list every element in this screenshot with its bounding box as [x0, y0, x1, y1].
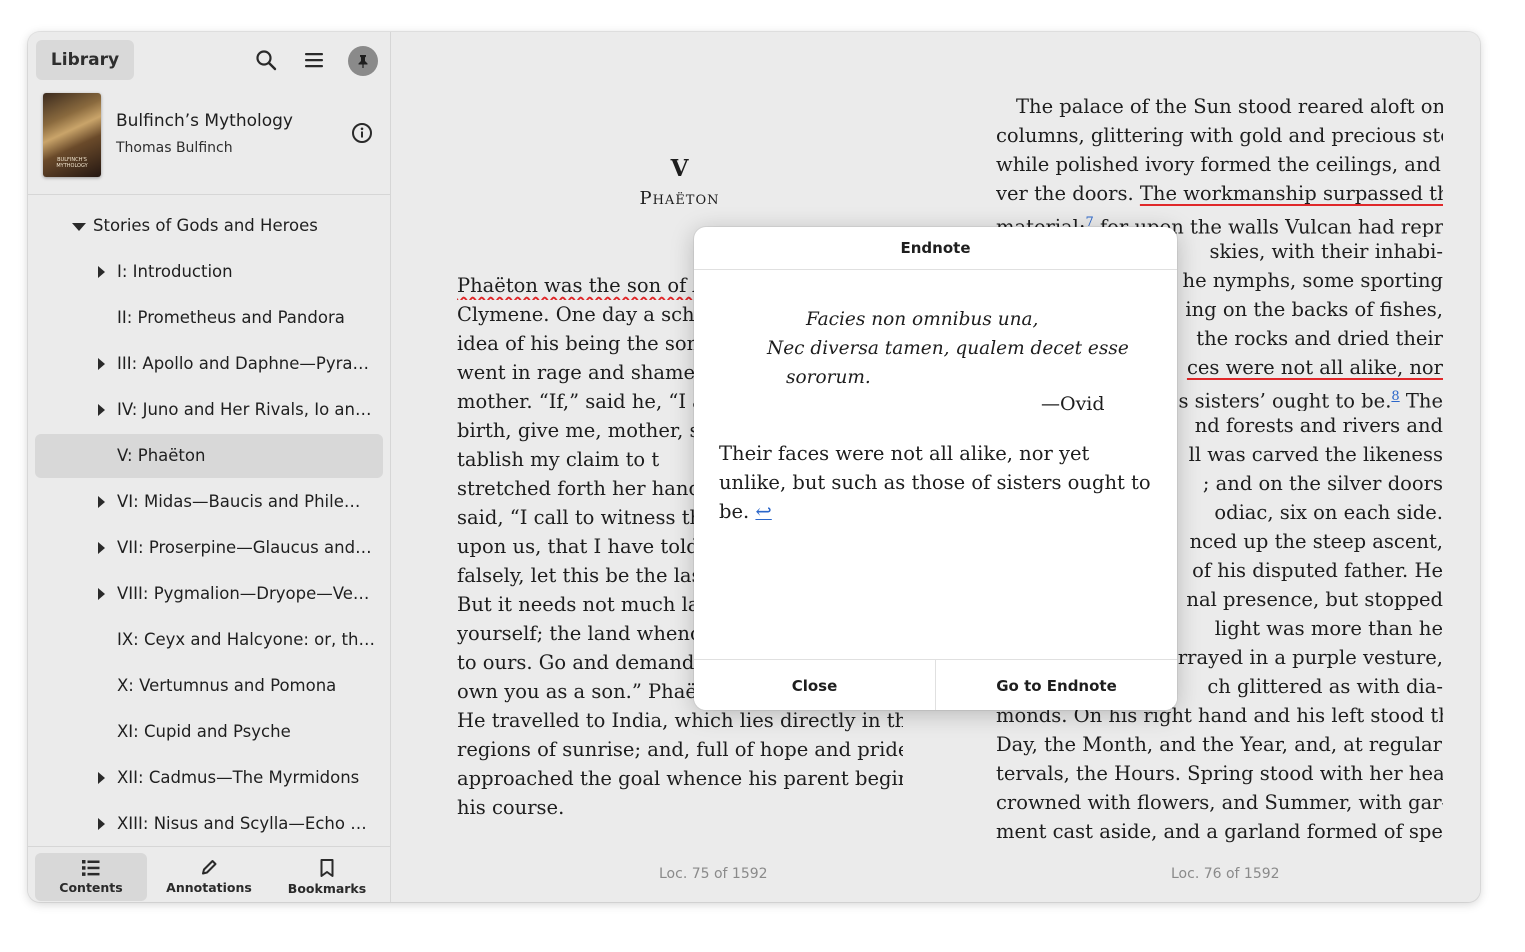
bookmark-icon [320, 859, 334, 877]
chevron-right-icon[interactable] [98, 496, 105, 508]
toc-item-label: II: Prometheus and Pandora [117, 308, 345, 327]
toc-item[interactable]: Stories of Gods and Heroes [35, 204, 383, 248]
footnote-link-8[interactable]: 8 [1391, 389, 1399, 404]
backlink-icon[interactable]: ↩ [755, 500, 771, 523]
chevron-right-icon[interactable] [98, 542, 105, 554]
sidebar: Library BULFINCH'S MYTHOLOGY Bulfinch’s … [28, 32, 391, 902]
page-line: tervals, the Hours. Spring stood with he… [996, 762, 1443, 785]
verse-line: sororum. [786, 367, 871, 388]
toc-item-label: Stories of Gods and Heroes [93, 216, 318, 235]
endnote-dialog: Endnote Facies non omnibus una, Nec dive… [694, 227, 1177, 710]
verse-attribution: —Ovid [1041, 393, 1105, 415]
toc-item[interactable]: VII: Proserpine—Glaucus and … [35, 526, 383, 570]
verse-line: Nec diversa tamen, qualem decet esse [767, 338, 1129, 359]
page-text-span: ver the doors. [996, 182, 1140, 205]
highlighted-text[interactable]: s sisters’ ought to be. [1178, 390, 1391, 412]
toc-item-label: VIII: Pygmalion—Dryope—Ve… [117, 584, 370, 603]
toc-item-label: V: Phaëton [117, 446, 206, 465]
chevron-right-icon[interactable] [98, 358, 105, 370]
toc-item[interactable]: XII: Cadmus—The Myrmidons [35, 756, 383, 800]
tab-annotations-label: Annotations [166, 880, 252, 895]
left-page-location: Loc. 75 of 1592 [659, 866, 768, 882]
toc-item[interactable]: V: Phaëton [35, 434, 383, 478]
library-button[interactable]: Library [36, 40, 134, 80]
toc-item[interactable]: IV: Juno and Her Rivals, Io and … [35, 388, 383, 432]
dialog-body: Facies non omnibus una, Nec diversa tame… [694, 270, 1177, 659]
chevron-right-icon[interactable] [98, 772, 105, 784]
chevron-down-icon[interactable] [72, 223, 86, 231]
spellcheck-text: Phaëton was the son of A [457, 274, 707, 297]
chevron-right-icon[interactable] [98, 404, 105, 416]
tab-bookmarks[interactable]: Bookmarks [271, 853, 383, 901]
info-icon[interactable] [350, 121, 374, 145]
chevron-right-icon[interactable] [98, 588, 105, 600]
dialog-title: Endnote [694, 227, 1177, 270]
book-title: Bulfinch’s Mythology [116, 111, 293, 131]
go-to-endnote-button[interactable]: Go to Endnote [935, 660, 1177, 710]
right-page-location: Loc. 76 of 1592 [1171, 866, 1280, 882]
tab-contents-label: Contents [59, 880, 123, 895]
dialog-actions: Close Go to Endnote [694, 659, 1177, 710]
table-of-contents: Stories of Gods and Heroes I: Introductio… [28, 194, 390, 846]
page-text-span: The [1399, 389, 1443, 412]
toc-item[interactable]: II: Prometheus and Pandora [35, 296, 383, 340]
highlighted-text[interactable]: ces were not all alike, nor [1187, 356, 1443, 379]
page-line: approached the goal whence his parent be… [457, 767, 903, 790]
toc-item[interactable]: X: Vertumnus and Pomona [35, 664, 383, 708]
toc-item-label: I: Introduction [117, 262, 233, 281]
toc-item[interactable]: VIII: Pygmalion—Dryope—Ve… [35, 572, 383, 616]
toc-item-label: IX: Ceyx and Halcyone: or, the … [117, 630, 375, 649]
toc-item-label: XII: Cadmus—The Myrmidons [117, 768, 360, 787]
toc-item-label: III: Apollo and Daphne—Pyra… [117, 354, 370, 373]
toc-item[interactable]: VI: Midas—Baucis and Philemon [35, 480, 383, 524]
page-line: while polished ivory formed the ceilings… [996, 153, 1443, 176]
toc-item-label: XIII: Nisus and Scylla—Echo a… [117, 814, 375, 833]
page-line: ver the doors. The workmanship surpassed… [996, 179, 1443, 208]
chevron-right-icon[interactable] [98, 266, 105, 278]
tab-contents[interactable]: Contents [35, 853, 147, 901]
page-line: his course. [457, 796, 565, 819]
toc-item-label: XI: Cupid and Psyche [117, 722, 291, 741]
toc-item[interactable]: I: Introduction [35, 250, 383, 294]
sidebar-footer: Contents Annotations Bookmarks [28, 846, 390, 902]
toc-item-label: X: Vertumnus and Pomona [117, 676, 337, 695]
highlighted-text[interactable]: The workmanship surpassed the [1140, 182, 1443, 205]
page-line: He travelled to India, which lies direct… [457, 709, 903, 732]
endnote-translation: Their faces were not all alike, nor yet … [719, 439, 1153, 526]
chevron-right-icon[interactable] [98, 818, 105, 830]
sidebar-header: Library [28, 32, 390, 88]
menu-icon[interactable] [300, 46, 328, 74]
book-card[interactable]: BULFINCH'S MYTHOLOGY Bulfinch’s Mytholog… [28, 88, 390, 195]
toc-item-label: VI: Midas—Baucis and Philemon [117, 492, 375, 511]
page-line: regions of sunrise; and, full of hope an… [457, 738, 903, 761]
app-window: Library BULFINCH'S MYTHOLOGY Bulfinch’s … [28, 32, 1480, 902]
toc-item[interactable]: XIII: Nisus and Scylla—Echo a… [35, 802, 383, 846]
toc-item-label: IV: Juno and Her Rivals, Io and … [117, 400, 375, 419]
close-button[interactable]: Close [694, 660, 935, 710]
verse-line: Facies non omnibus una, [806, 309, 1039, 330]
list-icon [82, 860, 100, 876]
translation-text: Their faces were not all alike, nor yet … [719, 442, 1151, 523]
book-author: Thomas Bulfinch [116, 140, 233, 156]
pin-icon[interactable] [348, 46, 378, 76]
page-line: The palace of the Sun stood reared aloft… [1016, 95, 1443, 118]
page-line: columns, glittering with gold and precio… [996, 124, 1443, 147]
pencil-icon [202, 860, 217, 875]
toc-item-label: VII: Proserpine—Glaucus and … [117, 538, 375, 557]
page-line: crowned with flowers, and Summer, with g… [996, 791, 1443, 814]
toc-item[interactable]: XI: Cupid and Psyche [35, 710, 383, 754]
chapter-title: Phaëton [639, 188, 720, 209]
search-icon[interactable] [252, 46, 280, 74]
tab-annotations[interactable]: Annotations [153, 853, 265, 901]
toc-item[interactable]: III: Apollo and Daphne—Pyra… [35, 342, 383, 386]
toc-item[interactable]: IX: Ceyx and Halcyone: or, the … [35, 618, 383, 662]
chapter-number: V [670, 155, 689, 182]
book-cover: BULFINCH'S MYTHOLOGY [43, 93, 101, 177]
page-line: Day, the Month, and the Year, and, at re… [996, 733, 1443, 756]
tab-bookmarks-label: Bookmarks [287, 881, 367, 896]
cover-title: BULFINCH'S MYTHOLOGY [56, 157, 88, 169]
page-line: ment cast aside, and a garland formed of… [996, 820, 1443, 843]
